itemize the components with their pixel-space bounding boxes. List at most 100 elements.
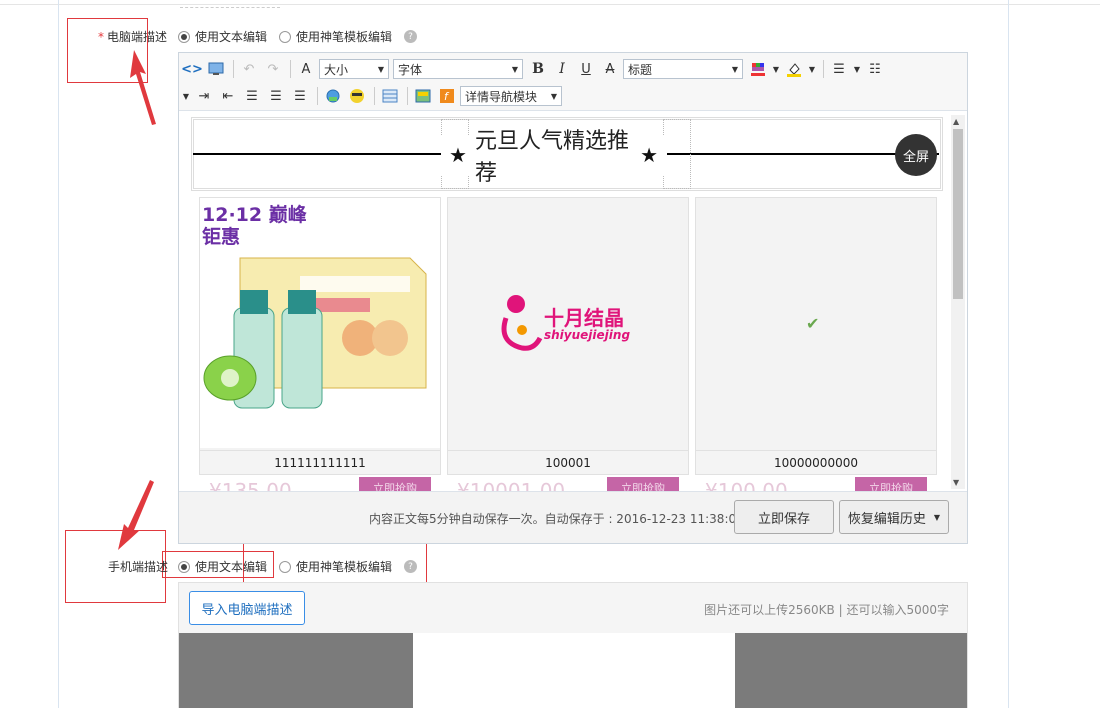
product-price: ¥100.00	[705, 479, 788, 491]
page: * 电脑端描述 使用文本编辑 使用神笔模板编辑 ? <> ↶ ↷ A 大小 ▼ …	[0, 0, 1100, 708]
mobile-preview-area	[179, 633, 967, 708]
background-color-icon[interactable]	[783, 58, 805, 80]
heading-select-value: 标题	[628, 62, 653, 77]
star-icon: ★	[640, 143, 658, 167]
product-caption: 100001	[448, 450, 688, 474]
brand-pinyin: shiyuejiejing	[544, 328, 631, 342]
buy-now-button[interactable]: 立即抢购	[359, 477, 431, 491]
pc-desc-mode-group: 使用文本编辑 使用神笔模板编辑 ?	[178, 28, 418, 45]
header-left-line	[193, 153, 443, 155]
editor-scrollbar[interactable]: ▲ ▼	[951, 115, 965, 489]
product-price: ¥135.00	[209, 479, 292, 491]
toolbar-separator	[290, 60, 291, 78]
price-row: ¥10001.00 立即抢购	[447, 477, 689, 491]
scroll-down-icon[interactable]: ▼	[953, 478, 959, 487]
insert-link-icon[interactable]	[322, 85, 344, 107]
restore-history-button[interactable]: 恢复编辑历史 ▼	[839, 500, 949, 534]
top-dashed-divider	[180, 7, 280, 8]
header-title-text: 元旦人气精选推荐	[474, 129, 629, 186]
unordered-list-icon[interactable]: ☰	[828, 58, 850, 80]
star-icon: ★	[449, 143, 467, 167]
radio-pc-template-editor[interactable]	[279, 30, 292, 43]
align-left-icon[interactable]: ☰	[241, 85, 263, 107]
toolbar-separator	[823, 60, 824, 78]
ordered-list-icon[interactable]: ☷	[864, 58, 886, 80]
checkmark-icon: ✔	[806, 314, 820, 333]
scroll-thumb[interactable]	[953, 129, 963, 299]
editor-content[interactable]: ★ 元旦人气精选推荐 ★ 全屏 12·12 巅峰钜惠 111111111111 …	[179, 111, 967, 491]
upload-quota-info: 图片还可以上传2560KB | 还可以输入5000字	[704, 603, 949, 617]
redo-icon[interactable]: ↷	[262, 58, 284, 80]
font-size-select[interactable]: 大小 ▼	[319, 59, 389, 79]
undo-icon[interactable]: ↶	[238, 58, 260, 80]
align-center-icon[interactable]: ☰	[265, 85, 287, 107]
product-image-placeholder: ✔	[696, 198, 936, 448]
top-divider	[0, 4, 1100, 5]
toolbar-separator	[317, 87, 318, 105]
insert-image-icon[interactable]	[412, 85, 434, 107]
source-code-icon[interactable]: <>	[181, 58, 203, 80]
radio-pc-text-editor-label[interactable]: 使用文本编辑	[195, 28, 267, 45]
product-image-brand: 十月结晶 shiyuejiejing	[448, 198, 688, 448]
format-painter-icon[interactable]: A	[295, 58, 317, 80]
insert-flash-icon[interactable]: f	[436, 85, 458, 107]
indent-icon[interactable]: ⇥	[193, 85, 215, 107]
radio-mobile-template-editor[interactable]	[279, 560, 292, 573]
price-row: ¥135.00 立即抢购	[199, 477, 441, 491]
chevron-down-icon[interactable]: ▼	[807, 58, 817, 80]
chevron-down-icon[interactable]: ▼	[181, 85, 191, 107]
underline-button[interactable]: U	[575, 58, 597, 80]
fullscreen-button[interactable]: 全屏	[895, 134, 937, 176]
product-card[interactable]: 十月结晶 shiyuejiejing 100001	[447, 197, 689, 475]
left-guide-line	[58, 0, 59, 708]
bold-button[interactable]: B	[527, 58, 549, 80]
annotation-arrow-down-icon	[118, 480, 154, 550]
radio-pc-template-editor-label[interactable]: 使用神笔模板编辑	[296, 28, 392, 45]
editor-status-bar: 内容正文每5分钟自动保存一次。自动保存于 : 2016-12-23 11:38:…	[179, 491, 967, 543]
italic-button[interactable]: I	[551, 58, 573, 80]
strikethrough-button[interactable]: A	[599, 58, 621, 80]
align-right-icon[interactable]: ☰	[289, 85, 311, 107]
radio-mobile-template-editor-label[interactable]: 使用神笔模板编辑	[296, 558, 392, 575]
product-price: ¥10001.00	[457, 479, 566, 491]
mobile-preview-canvas[interactable]	[413, 633, 735, 708]
chevron-down-icon[interactable]: ▼	[771, 58, 781, 80]
product-card[interactable]: ✔ 10000000000	[695, 197, 937, 475]
product-card[interactable]: 12·12 巅峰钜惠 111111111111	[199, 197, 441, 475]
toolbar-separator	[407, 87, 408, 105]
heading-select[interactable]: 标题 ▼	[623, 59, 743, 79]
radio-mobile-text-editor[interactable]	[178, 560, 190, 573]
chevron-down-icon: ▼	[377, 64, 384, 74]
radio-mobile-text-editor-label[interactable]: 使用文本编辑	[195, 558, 267, 575]
mosquito-repellent-product-image	[203, 257, 427, 409]
radio-pc-text-editor[interactable]	[178, 30, 190, 43]
nav-module-select-value: 详情导航模块	[465, 89, 538, 104]
right-guide-line	[1008, 0, 1009, 708]
insert-table-icon[interactable]	[379, 85, 401, 107]
toolbar-separator	[233, 60, 234, 78]
emoticon-icon[interactable]	[346, 85, 368, 107]
hatch-divider	[663, 119, 691, 189]
content-header-title: ★ 元旦人气精选推荐 ★	[441, 129, 666, 186]
save-now-button[interactable]: 立即保存	[734, 500, 834, 534]
font-family-select[interactable]: 字体 ▼	[393, 59, 523, 79]
help-icon[interactable]: ?	[404, 560, 418, 573]
restore-history-label: 恢复编辑历史	[847, 511, 926, 527]
toolbar-separator	[374, 87, 375, 105]
chevron-down-icon[interactable]: ▼	[852, 58, 862, 80]
buy-now-button[interactable]: 立即抢购	[607, 477, 679, 491]
toolbar-row-1: <> ↶ ↷ A 大小 ▼ 字体 ▼ B I U A 标题 ▼ ▼ ▼ ☰ ▼ …	[181, 56, 888, 82]
mobile-editor-panel: 导入电脑端描述 图片还可以上传2560KB | 还可以输入5000字	[178, 582, 968, 708]
scroll-up-icon[interactable]: ▲	[953, 117, 959, 126]
import-pc-desc-button[interactable]: 导入电脑端描述	[189, 591, 305, 625]
help-icon[interactable]: ?	[404, 30, 418, 43]
outdent-icon[interactable]: ⇤	[217, 85, 239, 107]
buy-now-button[interactable]: 立即抢购	[855, 477, 927, 491]
product-image-mosquito: 12·12 巅峰钜惠	[200, 198, 440, 448]
font-color-icon[interactable]	[747, 58, 769, 80]
price-row: ¥100.00 立即抢购	[695, 477, 937, 491]
nav-module-select[interactable]: 详情导航模块 ▼	[460, 86, 562, 106]
preview-icon[interactable]	[205, 58, 227, 80]
mobile-desc-label: 手机端描述	[108, 560, 169, 574]
font-size-select-value: 大小	[324, 62, 349, 77]
